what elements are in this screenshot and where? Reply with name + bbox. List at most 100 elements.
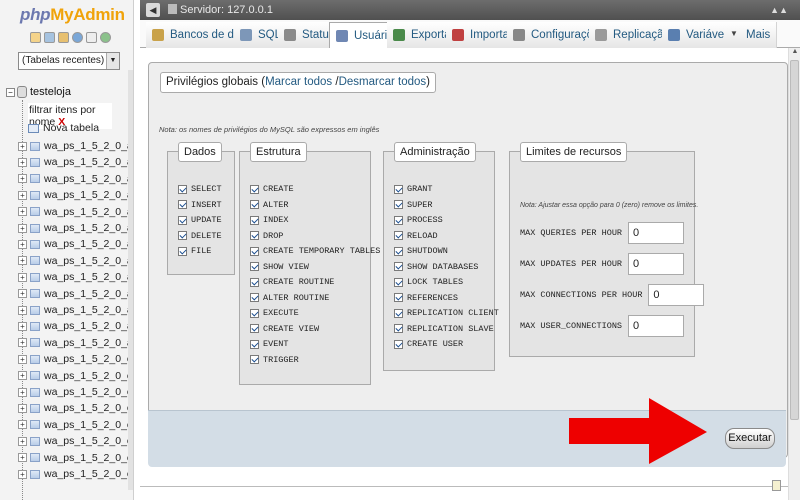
checkbox-checked[interactable] <box>250 355 259 364</box>
privilege-checkbox[interactable]: TRIGGER <box>250 353 299 367</box>
table-item[interactable]: + wa_ps_1_5_2_0_attribute_ <box>18 318 133 334</box>
resource-limit-input[interactable]: 0 <box>628 253 685 275</box>
uncheck-all-link[interactable]: Desmarcar todos <box>339 76 427 88</box>
checkbox-checked[interactable] <box>250 246 259 256</box>
table-item[interactable]: + wa_ps_1_5_2_0_attribute_ <box>18 286 133 302</box>
privilege-checkbox[interactable]: CREATE ROUTINE <box>250 275 334 289</box>
checkbox-checked[interactable] <box>178 231 187 240</box>
expand-icon[interactable]: + <box>18 256 27 266</box>
table-item[interactable]: + wa_ps_1_5_2_0_access <box>18 138 133 154</box>
privilege-checkbox[interactable]: DELETE <box>178 229 222 243</box>
privilege-checkbox[interactable]: UPDATE <box>178 213 222 227</box>
resource-limit-input[interactable]: 0 <box>628 315 685 337</box>
table-item[interactable]: + wa_ps_1_5_2_0_carrier <box>18 351 133 367</box>
privilege-checkbox[interactable]: INDEX <box>250 213 289 227</box>
execute-button[interactable]: Executar <box>725 428 775 449</box>
main-scrollbar[interactable]: ▲ <box>788 48 800 500</box>
checkbox-checked[interactable] <box>250 215 259 225</box>
sql-query-icon[interactable] <box>44 32 55 43</box>
privilege-checkbox[interactable]: CREATE VIEW <box>250 322 319 336</box>
expand-icon[interactable]: + <box>18 469 27 479</box>
database-node[interactable]: − testeloja <box>6 86 71 98</box>
expand-icon[interactable]: + <box>18 338 27 348</box>
phpmyadmin-logo[interactable]: phpMyAdmin <box>20 5 125 25</box>
checkbox-checked[interactable] <box>250 277 259 287</box>
privilege-checkbox[interactable]: EVENT <box>250 337 289 351</box>
resource-limit-input[interactable]: 0 <box>648 284 705 306</box>
table-item[interactable]: + wa_ps_1_5_2_0_carrier_z <box>18 433 133 449</box>
expand-icon[interactable]: + <box>18 239 27 249</box>
privilege-checkbox[interactable]: FILE <box>178 244 211 258</box>
expand-icon[interactable]: + <box>18 403 27 413</box>
logout-icon[interactable] <box>58 32 69 43</box>
table-item[interactable]: + wa_ps_1_5_2_0_address <box>18 171 133 187</box>
expand-icon[interactable]: + <box>18 305 27 315</box>
checkbox-checked[interactable] <box>250 231 259 240</box>
table-item[interactable]: + wa_ps_1_5_2_0_cart <box>18 450 133 466</box>
table-item[interactable]: + wa_ps_1_5_2_0_carrier_la <box>18 384 133 400</box>
checkbox-checked[interactable] <box>394 231 403 240</box>
privilege-checkbox[interactable]: CREATE TEMPORARY TABLES <box>250 244 380 258</box>
table-item[interactable]: + wa_ps_1_5_2_0_attribute_ <box>18 335 133 351</box>
checkbox-checked[interactable] <box>394 277 403 287</box>
expand-icon[interactable]: + <box>18 354 27 364</box>
privilege-checkbox[interactable]: REPLICATION CLIENT <box>394 306 499 320</box>
privilege-checkbox[interactable]: PROCESS <box>394 213 443 227</box>
privilege-checkbox[interactable]: SHOW DATABASES <box>394 260 478 274</box>
scrollbar-thumb[interactable] <box>790 60 799 420</box>
checkbox-checked[interactable] <box>178 215 187 225</box>
collapse-arrows-icon[interactable]: ▲▲ <box>770 0 788 20</box>
expand-icon[interactable]: + <box>18 420 27 430</box>
checkbox-checked[interactable] <box>250 293 259 302</box>
expand-icon[interactable]: + <box>18 174 27 184</box>
table-item[interactable]: + wa_ps_1_5_2_0_carrier_ta <box>18 417 133 433</box>
tab-chevron-down[interactable]: ▼ Mais <box>724 22 778 48</box>
server-breadcrumb[interactable]: Servidor: 127.0.0.1 <box>168 0 273 20</box>
checkbox-checked[interactable] <box>250 324 259 333</box>
table-item[interactable]: + wa_ps_1_5_2_0_address_ <box>18 187 133 203</box>
table-item[interactable]: + wa_ps_1_5_2_0_attribute <box>18 253 133 269</box>
check-all-link[interactable]: Marcar todos <box>265 76 332 88</box>
expand-icon[interactable]: + <box>18 223 27 233</box>
checkbox-checked[interactable] <box>394 339 403 349</box>
new-table-link[interactable]: Nova tabela <box>28 122 99 134</box>
reload-icon[interactable] <box>100 32 111 43</box>
expand-icon[interactable]: + <box>18 207 27 217</box>
privilege-checkbox[interactable]: EXECUTE <box>250 306 299 320</box>
privilege-checkbox[interactable]: LOCK TABLES <box>394 275 463 289</box>
checkbox-checked[interactable] <box>178 200 187 209</box>
privilege-checkbox[interactable]: ALTER ROUTINE <box>250 291 329 305</box>
checkbox-checked[interactable] <box>394 324 403 333</box>
privilege-checkbox[interactable]: INSERT <box>178 198 222 212</box>
privilege-checkbox[interactable]: REPLICATION SLAVE <box>394 322 494 336</box>
checkbox-checked[interactable] <box>178 184 187 194</box>
help-icon[interactable] <box>72 32 83 43</box>
expand-icon[interactable]: + <box>18 321 27 331</box>
expand-icon[interactable]: + <box>18 272 27 282</box>
privilege-checkbox[interactable]: DROP <box>250 229 283 243</box>
checkbox-checked[interactable] <box>178 246 187 256</box>
table-item[interactable]: + wa_ps_1_5_2_0_attribute_ <box>18 302 133 318</box>
table-item[interactable]: + wa_ps_1_5_2_0_attachme <box>18 236 133 252</box>
privilege-checkbox[interactable]: SUPER <box>394 198 433 212</box>
back-arrow-icon[interactable]: ◀ <box>146 3 160 17</box>
privilege-checkbox[interactable]: SHOW VIEW <box>250 260 309 274</box>
checkbox-checked[interactable] <box>394 184 403 194</box>
checkbox-checked[interactable] <box>250 262 259 271</box>
expand-icon[interactable]: + <box>18 141 27 151</box>
console-icon[interactable] <box>772 480 781 491</box>
privilege-checkbox[interactable]: RELOAD <box>394 229 438 243</box>
nav-scrollbar[interactable] <box>128 70 133 490</box>
checkbox-checked[interactable] <box>394 308 403 318</box>
privilege-checkbox[interactable]: SELECT <box>178 182 222 196</box>
table-item[interactable]: + wa_ps_1_5_2_0_alias <box>18 204 133 220</box>
checkbox-checked[interactable] <box>394 293 403 302</box>
table-item[interactable]: + wa_ps_1_5_2_0_accesso <box>18 154 133 170</box>
table-item[interactable]: + wa_ps_1_5_2_0_carrier_g <box>18 368 133 384</box>
resource-limit-input[interactable]: 0 <box>628 222 685 244</box>
expand-icon[interactable]: + <box>18 289 27 299</box>
privilege-checkbox[interactable]: REFERENCES <box>394 291 458 305</box>
checkbox-checked[interactable] <box>250 339 259 349</box>
checkbox-checked[interactable] <box>394 262 403 271</box>
privilege-checkbox[interactable]: CREATE <box>250 182 294 196</box>
